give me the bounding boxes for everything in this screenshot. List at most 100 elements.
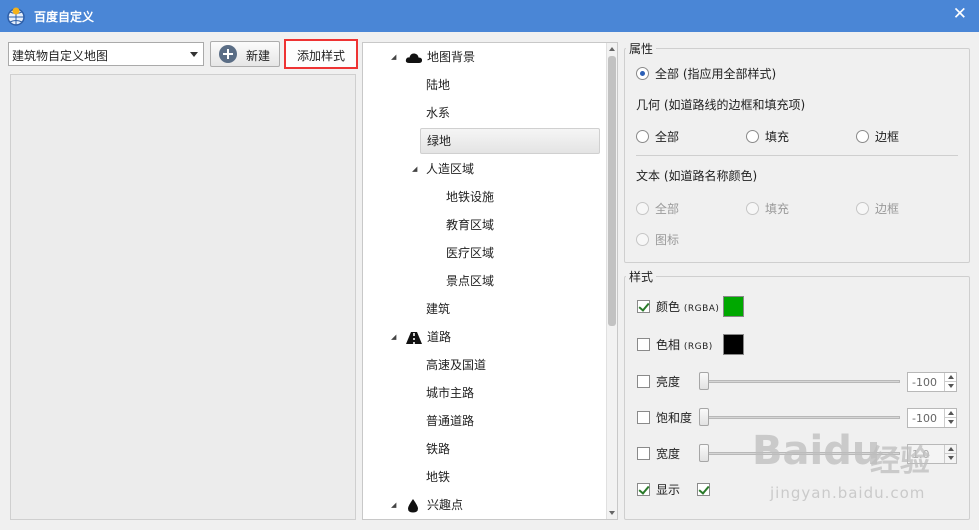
plus-circle-icon	[219, 45, 237, 63]
tree-item-label: 教育区域	[446, 218, 495, 232]
text-label: 文本 (如道路名称颜色)	[636, 169, 758, 183]
tree-item-label: 地铁	[426, 470, 451, 484]
brightness-slider-thumb[interactable]	[699, 372, 709, 390]
title-bar: 百度自定义 ✕	[0, 0, 979, 32]
saturation-slider[interactable]	[702, 416, 900, 419]
saturation-checkbox-row[interactable]: 饱和度	[637, 410, 692, 426]
tree-item-land[interactable]: 陆地	[426, 73, 450, 97]
tree-scrollbar[interactable]	[606, 43, 617, 519]
saturation-value: -100	[912, 412, 937, 425]
tree-item-city-main-road[interactable]: 城市主路	[426, 381, 474, 405]
checkbox-icon[interactable]	[637, 411, 650, 424]
radio-label: 填充	[765, 130, 790, 144]
brightness-spinner[interactable]: -100	[907, 372, 957, 392]
radio-icon[interactable]	[636, 202, 649, 215]
style-group-title: 样式	[626, 268, 657, 285]
brightness-value: -100	[912, 376, 937, 389]
tree-item-railway[interactable]: 铁路	[426, 437, 450, 461]
saturation-slider-thumb[interactable]	[699, 408, 709, 426]
tree-item-scenic-area[interactable]: 景点区域	[446, 269, 494, 293]
radio-geometry-fill[interactable]: 填充	[746, 129, 789, 145]
close-icon[interactable]: ✕	[953, 4, 967, 24]
checkbox-icon[interactable]	[637, 483, 650, 496]
visible-label: 显示	[656, 483, 681, 497]
radio-geometry-all[interactable]: 全部	[636, 129, 679, 145]
hue-swatch[interactable]	[723, 334, 744, 355]
tree-item-artificial-area[interactable]: ◢ 人造区域	[412, 157, 474, 181]
radio-label: 全部	[655, 202, 680, 216]
saturation-spinner[interactable]: -100	[907, 408, 957, 428]
width-checkbox-row[interactable]: 宽度	[637, 446, 680, 462]
tree-item-green-space[interactable]: 绿地	[420, 128, 600, 154]
hue-label: 色相	[656, 338, 681, 352]
tree-item-label: 城市主路	[426, 386, 475, 400]
expand-arrow-icon[interactable]: ◢	[391, 45, 396, 69]
tree-item-label: 景点区域	[446, 274, 495, 288]
drop-icon	[408, 498, 418, 512]
tree-item-medical-area[interactable]: 医疗区域	[446, 241, 494, 265]
scroll-up-icon[interactable]	[609, 47, 615, 51]
checkbox-icon[interactable]	[637, 375, 650, 388]
radio-text-stroke[interactable]: 边框	[856, 201, 899, 217]
expand-arrow-icon[interactable]: ◢	[391, 493, 396, 517]
tree-item-label: 水系	[426, 106, 451, 120]
map-select[interactable]: 建筑物自定义地图	[8, 42, 204, 66]
width-label: 宽度	[656, 447, 681, 461]
color-label: 颜色	[656, 300, 681, 314]
radio-text-fill[interactable]: 填充	[746, 201, 789, 217]
tree-item-label: 地图背景	[427, 50, 476, 64]
tree-item-map-background[interactable]: ◢ 地图背景	[391, 45, 476, 69]
radio-icon[interactable]	[746, 202, 759, 215]
checkbox-icon[interactable]	[637, 300, 650, 313]
radio-apply-all[interactable]: 全部 (指应用全部样式)	[636, 66, 776, 82]
hue-tag: (RGB)	[683, 342, 713, 352]
tree-item-label: 陆地	[426, 78, 451, 92]
tree-item-subway-facility[interactable]: 地铁设施	[446, 185, 494, 209]
visible-checkbox-row[interactable]: 显示	[637, 482, 680, 498]
checkbox-icon[interactable]	[637, 338, 650, 351]
tree-item-building[interactable]: 建筑	[426, 297, 450, 321]
radio-icon[interactable]	[856, 130, 869, 143]
scroll-thumb[interactable]	[608, 56, 616, 326]
spin-up-icon[interactable]	[944, 373, 956, 382]
chevron-down-icon[interactable]	[190, 52, 198, 57]
checkbox-icon[interactable]	[697, 483, 710, 496]
width-slider-thumb[interactable]	[699, 444, 709, 462]
checkbox-icon[interactable]	[637, 447, 650, 460]
tree-item-label: 医疗区域	[446, 246, 495, 260]
spin-down-icon[interactable]	[944, 418, 956, 427]
radio-icon[interactable]	[636, 233, 649, 246]
tree-item-water[interactable]: 水系	[426, 101, 450, 125]
watermark-logo: Baidu	[752, 428, 881, 474]
radio-icon[interactable]	[746, 130, 759, 143]
brightness-checkbox-row[interactable]: 亮度	[637, 374, 680, 390]
tree-item-subway[interactable]: 地铁	[426, 465, 450, 489]
radio-icon[interactable]	[636, 130, 649, 143]
style-list[interactable]	[10, 74, 356, 520]
globe-app-icon	[7, 7, 25, 26]
spin-down-icon[interactable]	[944, 382, 956, 391]
scroll-down-icon[interactable]	[609, 511, 615, 515]
visible-value-checkbox[interactable]	[697, 482, 716, 498]
tree-item-education-area[interactable]: 教育区域	[446, 213, 494, 237]
layer-tree[interactable]: ◢ 地图背景 陆地 水系 绿地 ◢ 人造区域 地铁设施 教育区域 医疗区域 景点区…	[362, 42, 618, 520]
radio-icon-option[interactable]: 图标	[636, 232, 679, 248]
tree-item-road[interactable]: ◢ 道路	[391, 325, 451, 349]
radio-icon[interactable]	[636, 67, 649, 80]
spin-up-icon[interactable]	[944, 409, 956, 418]
tree-item-ordinary-road[interactable]: 普通道路	[426, 409, 474, 433]
add-style-button[interactable]: 添加样式	[284, 39, 358, 69]
expand-arrow-icon[interactable]: ◢	[412, 157, 417, 181]
hue-checkbox-row[interactable]: 色相 (RGB)	[637, 337, 713, 355]
tree-item-poi[interactable]: ◢ 兴趣点	[391, 493, 463, 517]
brightness-label: 亮度	[656, 375, 681, 389]
expand-arrow-icon[interactable]: ◢	[391, 325, 396, 349]
new-button[interactable]: 新建	[210, 41, 280, 67]
radio-geometry-stroke[interactable]: 边框	[856, 129, 899, 145]
tree-item-highway[interactable]: 高速及国道	[426, 353, 486, 377]
brightness-slider[interactable]	[702, 380, 900, 383]
radio-icon[interactable]	[856, 202, 869, 215]
color-swatch[interactable]	[723, 296, 744, 317]
color-checkbox-row[interactable]: 颜色 (RGBA)	[637, 299, 719, 317]
radio-text-all[interactable]: 全部	[636, 201, 679, 217]
